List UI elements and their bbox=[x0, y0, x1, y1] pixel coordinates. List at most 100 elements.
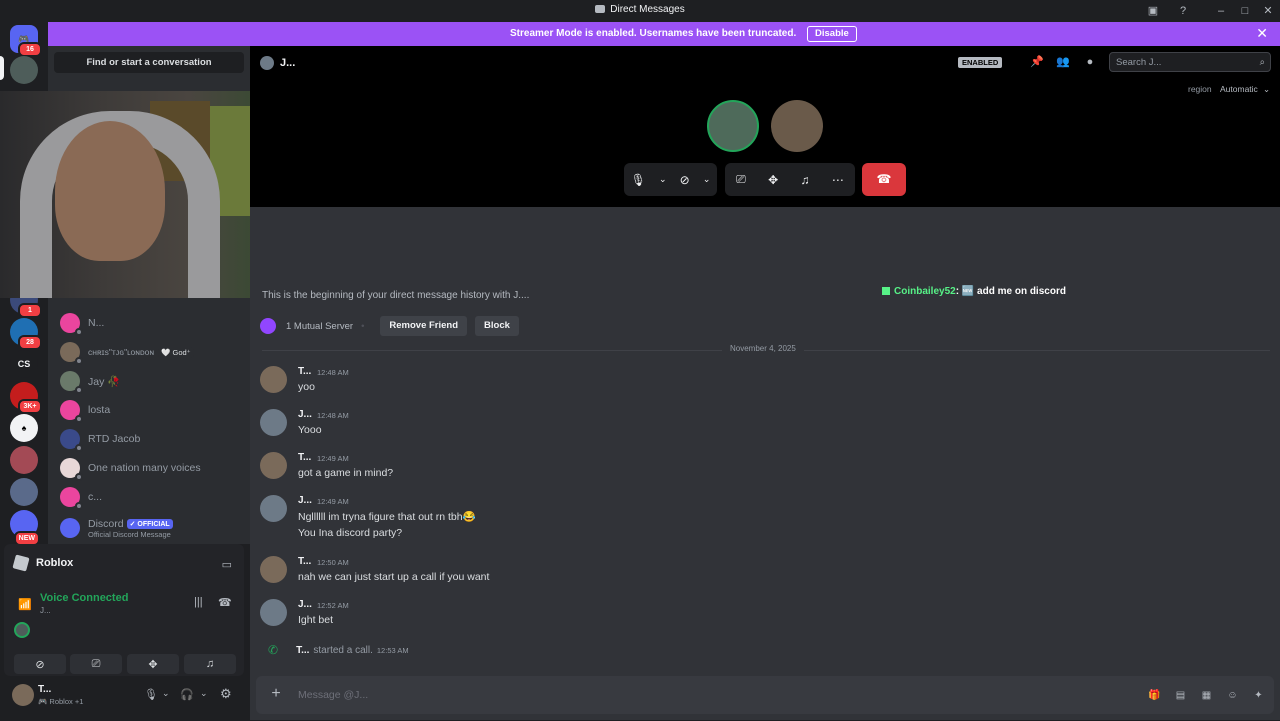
chevron-down-icon[interactable]: ⌄ bbox=[659, 174, 667, 185]
minimize-button[interactable]: – bbox=[1213, 3, 1229, 19]
message-avatar[interactable] bbox=[260, 452, 287, 479]
message-author[interactable]: T... bbox=[298, 556, 311, 567]
guild-initials: CS bbox=[17, 359, 31, 369]
dm-item[interactable]: c... bbox=[54, 484, 244, 510]
message-author[interactable]: J... bbox=[298, 409, 312, 420]
guild-icon[interactable] bbox=[10, 478, 38, 506]
mic-camera-controls: 🎙 ⌄ ⊘ ⌄ bbox=[624, 163, 717, 196]
guild-icon[interactable]: ♠ bbox=[10, 414, 38, 442]
soundboard-button[interactable]: ♫ bbox=[184, 654, 236, 674]
dm-avatar bbox=[260, 56, 274, 70]
gift-icon[interactable]: 🎁 bbox=[1148, 689, 1161, 702]
hang-up-button[interactable]: ☎ bbox=[862, 163, 906, 196]
add-friend-icon[interactable]: 👥 bbox=[1056, 55, 1070, 69]
game-name: Roblox bbox=[36, 557, 74, 569]
message-author[interactable]: J... bbox=[298, 495, 312, 506]
pin-icon[interactable]: 📌 bbox=[1030, 55, 1044, 69]
activities-button[interactable]: ✥ bbox=[127, 654, 179, 674]
mic-icon[interactable]: 🎙 bbox=[144, 688, 158, 701]
block-button[interactable]: Block bbox=[475, 316, 519, 336]
call-participant-avatar[interactable] bbox=[707, 100, 759, 152]
dm-item[interactable]: ᴄʜʀɪs"ᴛᴊɢ"ʟᴏɴᴅᴏɴ 🤍 God⁺ bbox=[54, 339, 244, 365]
voice-connected-label[interactable]: Voice Connected bbox=[40, 592, 128, 604]
sticker-icon[interactable]: ▦ bbox=[1200, 689, 1213, 702]
chevron-down-icon[interactable]: ⌄ bbox=[1263, 84, 1270, 95]
voice-channel-name: J... bbox=[40, 606, 51, 615]
close-banner-icon[interactable]: ✕ bbox=[1256, 25, 1268, 42]
message-avatar[interactable] bbox=[260, 495, 287, 522]
user-avatar[interactable] bbox=[12, 684, 34, 706]
message-author[interactable]: T... bbox=[298, 366, 311, 377]
window-title-text: Direct Messages bbox=[610, 4, 685, 15]
screen-share-icon[interactable]: ⎚ bbox=[736, 172, 746, 187]
system-text: started a call. bbox=[313, 644, 373, 656]
guild-icon[interactable] bbox=[10, 56, 38, 84]
guild-icon[interactable]: CS bbox=[10, 350, 38, 378]
message-author[interactable]: J... bbox=[298, 599, 312, 610]
window-title: Direct Messages bbox=[0, 4, 1280, 15]
apps-icon[interactable]: ✦ bbox=[1252, 689, 1265, 702]
dm-header-name: J... bbox=[280, 57, 296, 69]
region-select[interactable]: Automatic bbox=[1220, 84, 1258, 94]
mutual-row: 1 Mutual Server • Remove Friend Block bbox=[260, 316, 519, 336]
more-options-icon[interactable]: ⋯ bbox=[832, 173, 844, 187]
dm-item[interactable]: Discord ✓ OFFICIAL Official Discord Messa… bbox=[54, 513, 244, 543]
streamer-message: Streamer Mode is enabled. Usernames have… bbox=[510, 28, 797, 39]
screen-icon[interactable]: ▭ bbox=[222, 558, 232, 571]
settings-gear-icon[interactable]: ⚙ bbox=[220, 686, 232, 702]
dm-name: Jay 🥀 bbox=[88, 375, 121, 388]
remove-friend-button[interactable]: Remove Friend bbox=[380, 316, 468, 336]
mutual-servers[interactable]: 1 Mutual Server bbox=[286, 321, 353, 332]
dm-name: ᴄʜʀɪs"ᴛᴊɢ"ʟᴏɴᴅᴏɴ bbox=[88, 347, 155, 357]
guild-icon[interactable]: NEW bbox=[10, 510, 40, 546]
message-avatar[interactable] bbox=[260, 409, 287, 436]
home-button[interactable]: 🎮 16 bbox=[10, 25, 42, 57]
message-avatar[interactable] bbox=[260, 599, 287, 626]
soundboard-icon[interactable]: ♫ bbox=[800, 173, 809, 187]
screen-share-icon[interactable]: ▣ bbox=[1145, 3, 1161, 19]
message-time: 12:49 AM bbox=[317, 497, 349, 506]
noise-suppression-icon[interactable]: ||| bbox=[194, 596, 203, 608]
dm-item[interactable]: losta bbox=[54, 397, 244, 423]
gif-icon[interactable]: ▤ bbox=[1174, 689, 1187, 702]
camera-off-icon[interactable]: ⊘ bbox=[680, 173, 690, 187]
help-icon[interactable]: ? bbox=[1175, 3, 1191, 19]
message-avatar[interactable] bbox=[260, 366, 287, 393]
participant-avatar[interactable] bbox=[14, 622, 30, 638]
guild-icon[interactable] bbox=[10, 446, 38, 474]
headphones-icon[interactable]: 🎧 bbox=[180, 688, 194, 701]
system-author[interactable]: T... bbox=[296, 645, 309, 656]
dm-item[interactable]: Jay 🥀 bbox=[54, 368, 244, 394]
search-input[interactable]: Search J... ⌕ bbox=[1109, 52, 1271, 72]
message-input[interactable]: Message @J... bbox=[298, 689, 368, 701]
dm-name: RTD Jacob bbox=[88, 433, 141, 445]
maximize-button[interactable]: □ bbox=[1237, 3, 1253, 19]
disconnect-icon[interactable]: ☎ bbox=[218, 596, 232, 609]
message-author[interactable]: T... bbox=[298, 452, 311, 463]
find-conversation-button[interactable]: Find or start a conversation bbox=[54, 52, 244, 73]
dm-item[interactable]: RTD Jacob bbox=[54, 426, 244, 452]
dm-item[interactable]: N... bbox=[54, 310, 244, 336]
user-profile-icon[interactable]: ● bbox=[1083, 55, 1097, 69]
status-indicator bbox=[75, 444, 83, 452]
guild-icon[interactable]: 28 bbox=[10, 318, 42, 350]
message-avatar[interactable] bbox=[260, 556, 287, 583]
chevron-down-icon[interactable]: ⌄ bbox=[162, 688, 170, 699]
emoji-icon[interactable]: ☺ bbox=[1226, 689, 1239, 702]
chevron-down-icon[interactable]: ⌄ bbox=[200, 688, 208, 699]
chevron-down-icon[interactable]: ⌄ bbox=[703, 174, 711, 185]
disable-streamer-button[interactable]: Disable bbox=[807, 26, 857, 42]
title-bar: Direct Messages ▣ ? – □ ✕ bbox=[0, 0, 1280, 21]
close-window-button[interactable]: ✕ bbox=[1260, 3, 1276, 19]
attach-plus-icon[interactable]: + bbox=[268, 686, 284, 702]
mic-icon[interactable]: 🎙 bbox=[631, 173, 646, 187]
guild-icon[interactable]: 3K+ bbox=[10, 382, 42, 414]
video-toggle-button[interactable]: ⊘ bbox=[14, 654, 66, 674]
activities-icon[interactable]: ✥ bbox=[768, 173, 778, 187]
call-participant-avatar[interactable] bbox=[771, 100, 823, 152]
message-composer[interactable]: + Message @J... 🎁 ▤ ▦ ☺ ✦ bbox=[256, 676, 1274, 714]
share-screen-button[interactable]: ⎚ bbox=[70, 654, 122, 674]
avatar bbox=[60, 400, 83, 423]
dm-item[interactable]: One nation many voices bbox=[54, 455, 244, 481]
dm-subtitle: Official Discord Message bbox=[88, 529, 171, 539]
